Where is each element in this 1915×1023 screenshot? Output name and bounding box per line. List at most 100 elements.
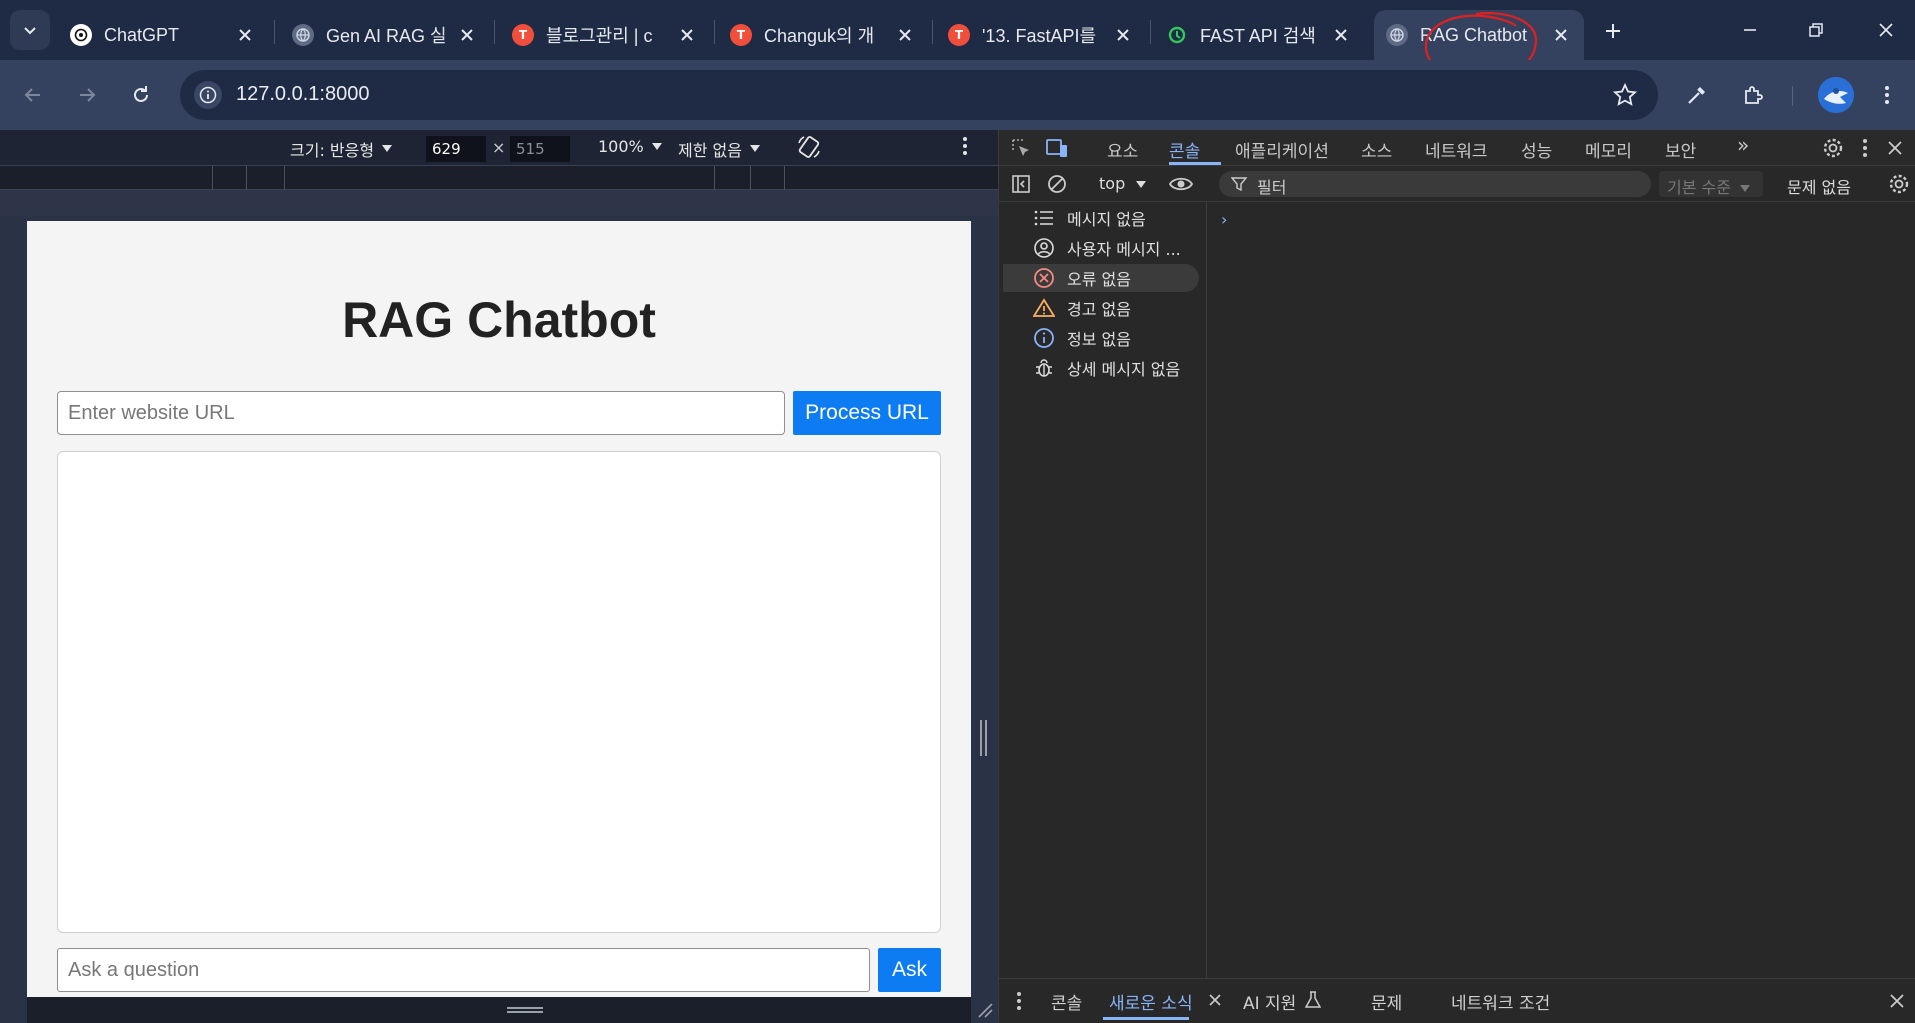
eyedropper-extension-icon[interactable] <box>1680 78 1714 112</box>
sidebar-item-user-messages[interactable]: 사용자 메시지 ... <box>1003 234 1199 262</box>
zoom-dropdown[interactable]: 100% <box>598 137 662 156</box>
dimensions-dropdown[interactable]: 크기: 반응형 <box>290 137 393 161</box>
device-toolbar: 크기: 반응형 × 100% 제한 없음 <box>0 130 998 166</box>
resize-grip-vertical[interactable] <box>980 720 987 756</box>
sidebar-item-verbose[interactable]: 상세 메시지 없음 <box>1003 354 1199 382</box>
sidebar-toggle-icon[interactable] <box>1009 172 1033 196</box>
tab-chatgpt[interactable]: ChatGPT <box>58 10 268 60</box>
settings-gear-icon[interactable] <box>1821 136 1845 160</box>
globe-icon <box>292 24 314 46</box>
more-tabs-icon[interactable]: » <box>1737 133 1749 157</box>
ask-button[interactable]: Ask <box>878 948 941 992</box>
sidebar-item-info[interactable]: 정보 없음 <box>1003 324 1199 352</box>
tab-title: '13. FastAPI를 <box>982 26 1097 46</box>
viewport-height-input[interactable] <box>510 136 570 162</box>
active-drawer-indicator <box>1103 1017 1189 1020</box>
zoom-label: 100% <box>598 137 644 156</box>
resize-grip-horizontal[interactable] <box>507 1007 543 1013</box>
console-prompt[interactable]: › <box>1221 210 1227 229</box>
close-tab-icon[interactable] <box>676 24 698 46</box>
device-toggle-icon[interactable] <box>1045 136 1069 160</box>
context-selector[interactable]: top <box>1099 174 1147 193</box>
console-filter-input[interactable]: 필터 <box>1219 171 1651 197</box>
devtools-tab-memory[interactable]: 메모리 <box>1585 137 1632 162</box>
forward-button[interactable] <box>70 78 104 112</box>
tab-title: Changuk의 개 <box>764 26 875 46</box>
sidebar-item-errors[interactable]: 오류 없음 <box>1003 264 1199 292</box>
tab-blog-admin[interactable]: T 블로그관리 | c <box>500 10 710 60</box>
rotate-icon[interactable] <box>796 134 822 160</box>
question-input[interactable] <box>57 948 870 992</box>
tab-changuk[interactable]: T Changuk의 개 <box>718 10 928 60</box>
website-url-input[interactable] <box>57 391 785 435</box>
devtools-tab-network[interactable]: 네트워크 <box>1425 137 1488 162</box>
tistory-icon: T <box>730 24 752 46</box>
user-icon <box>1031 235 1057 261</box>
close-devtools-icon[interactable] <box>1883 136 1907 160</box>
minimize-button[interactable] <box>1722 10 1778 50</box>
log-levels-dropdown[interactable]: 기본 수준 <box>1659 171 1763 197</box>
caret-down-icon <box>382 145 393 152</box>
tab-title: Gen AI RAG 실 <box>326 26 447 46</box>
restore-button[interactable] <box>1788 10 1844 50</box>
console-settings-gear-icon[interactable] <box>1887 172 1911 196</box>
inspect-element-icon[interactable] <box>1009 136 1033 160</box>
tab-search-button[interactable] <box>10 10 50 50</box>
device-toolbar-menu-icon[interactable] <box>962 136 968 156</box>
viewport-bottom-handle[interactable] <box>27 997 971 1023</box>
live-expression-eye-icon[interactable] <box>1169 172 1193 196</box>
close-drawer-tab-icon[interactable] <box>1203 988 1227 1012</box>
devtools-tab-security[interactable]: 보안 <box>1665 137 1696 162</box>
issues-counter[interactable]: 문제 없음 <box>1787 174 1851 198</box>
drawer-tab-ai-assistance[interactable]: AI 지원 <box>1243 989 1296 1014</box>
list-icon <box>1031 205 1057 231</box>
sidebar-item-warnings[interactable]: 경고 없음 <box>1003 294 1199 322</box>
tab-fast-api-search[interactable]: FAST API 검색 <box>1154 10 1364 60</box>
sidebar-item-messages[interactable]: 메시지 없음 <box>1003 204 1199 232</box>
reload-icon <box>134 86 148 102</box>
devtools-tab-sources[interactable]: 소스 <box>1361 137 1392 162</box>
throttle-dropdown[interactable]: 제한 없음 <box>678 137 760 161</box>
close-tab-icon[interactable] <box>1330 24 1352 46</box>
close-tab-icon[interactable] <box>456 24 478 46</box>
clear-console-icon[interactable] <box>1045 172 1069 196</box>
devtools-tab-application[interactable]: 애플리케이션 <box>1235 137 1329 162</box>
devtools-tab-console[interactable]: 콘솔 <box>1169 137 1200 162</box>
process-url-button[interactable]: Process URL <box>793 391 941 435</box>
page-viewport: RAG Chatbot Process URL Ask <box>27 221 971 997</box>
reload-button[interactable] <box>124 78 158 112</box>
address-bar[interactable]: 127.0.0.1:8000 <box>180 70 1658 120</box>
site-info-icon[interactable] <box>194 81 222 109</box>
tab-title: 블로그관리 | c <box>546 26 653 46</box>
close-drawer-icon[interactable] <box>1885 989 1909 1013</box>
console-sidebar: 메시지 없음 사용자 메시지 ... 오류 없음 경고 없음 정보 없음 상세 … <box>999 202 1207 978</box>
viewport-width-input[interactable] <box>426 136 486 162</box>
media-query-ruler <box>0 166 998 190</box>
tab-title: FAST API 검색 <box>1200 26 1316 46</box>
profile-avatar[interactable] <box>1818 77 1854 113</box>
drawer-menu-icon[interactable] <box>1007 989 1031 1013</box>
tab-gen-ai-rag[interactable]: Gen AI RAG 실 <box>280 10 490 60</box>
tab-strip: ChatGPT Gen AI RAG 실 T 블로그관리 | c T Chang… <box>0 0 1915 84</box>
extensions-puzzle-icon[interactable] <box>1736 78 1770 112</box>
devtools-tab-elements[interactable]: 요소 <box>1107 137 1138 162</box>
tab-fastapi-13[interactable]: T '13. FastAPI를 <box>936 10 1146 60</box>
bookmark-star-icon[interactable] <box>1612 82 1638 112</box>
drawer-tab-issues[interactable]: 문제 <box>1371 989 1402 1014</box>
drawer-tab-network-conditions[interactable]: 네트워크 조건 <box>1451 989 1550 1014</box>
close-tab-icon[interactable] <box>234 24 256 46</box>
devtools-tab-performance[interactable]: 성능 <box>1521 137 1552 162</box>
close-tab-icon[interactable] <box>1550 24 1572 46</box>
browser-menu-icon[interactable] <box>1870 78 1904 112</box>
close-tab-icon[interactable] <box>894 24 916 46</box>
filter-placeholder: 필터 <box>1257 178 1287 197</box>
resize-corner-icon[interactable] <box>975 1000 993 1018</box>
back-button[interactable] <box>16 78 50 112</box>
drawer-tab-whats-new[interactable]: 새로운 소식 <box>1109 989 1193 1014</box>
drawer-tab-console[interactable]: 콘솔 <box>1051 989 1082 1014</box>
error-icon <box>1031 265 1057 291</box>
close-tab-icon[interactable] <box>1112 24 1134 46</box>
close-window-button[interactable] <box>1858 10 1914 50</box>
new-tab-button[interactable] <box>1596 14 1630 48</box>
devtools-menu-icon[interactable] <box>1853 136 1877 160</box>
